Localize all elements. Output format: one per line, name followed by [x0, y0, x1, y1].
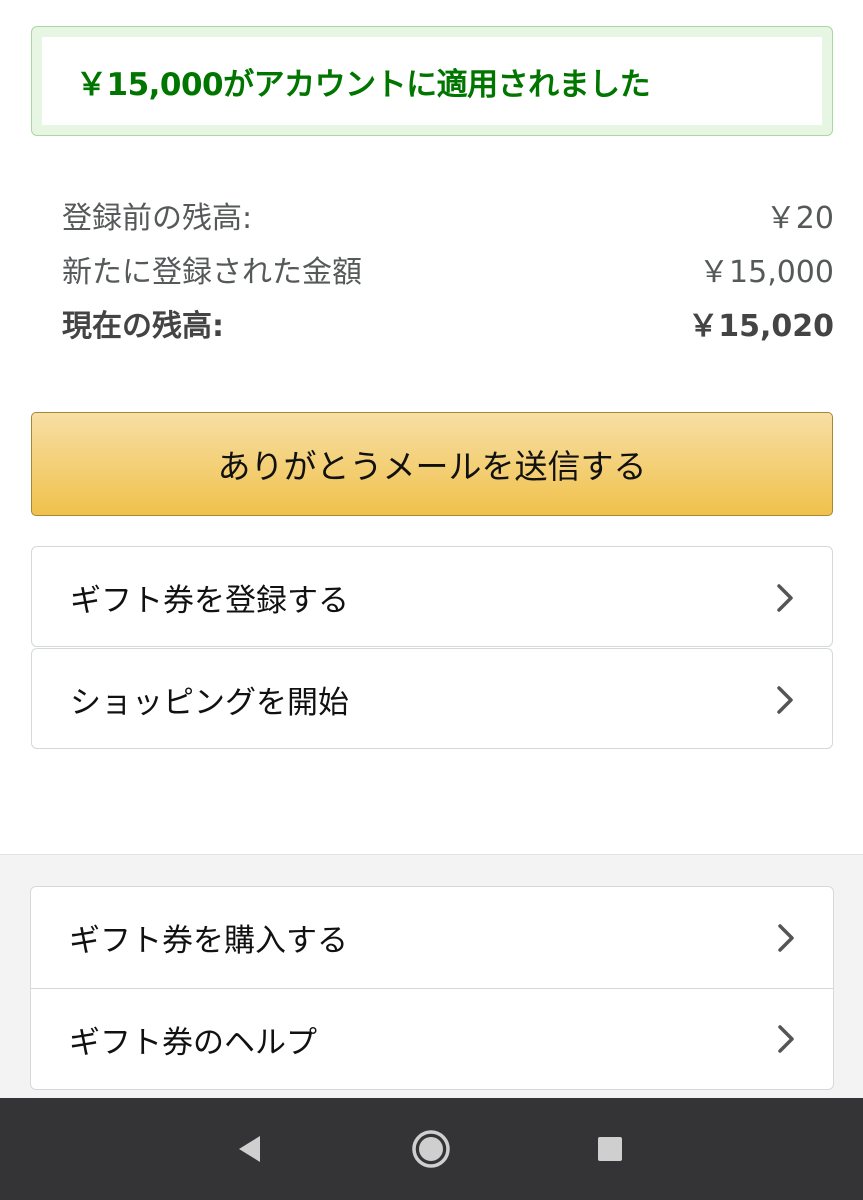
- send-thank-you-email-button[interactable]: ありがとうメールを送信する: [31, 412, 833, 516]
- list-item-label: ギフト券を登録する: [70, 583, 349, 619]
- gift-card-confirmation-page: ￥15,000がアカウントに適用されました 登録前の残高: ￥20 新たに登録さ…: [0, 0, 863, 1200]
- list-item[interactable]: ギフト券を登録する: [32, 547, 832, 648]
- menu-start-shopping[interactable]: ショッピングを開始: [31, 648, 833, 749]
- menu-gift-card-help[interactable]: ギフト券のヘルプ: [31, 988, 833, 1089]
- recents-icon[interactable]: [587, 1126, 633, 1172]
- balance-row-added: 新たに登録された金額 ￥15,000: [62, 242, 834, 296]
- home-icon[interactable]: [408, 1126, 454, 1172]
- balance-value: ￥15,000: [699, 255, 834, 290]
- system-navigation-bar: [0, 1098, 863, 1200]
- balance-summary: 登録前の残高: ￥20 新たに登録された金額 ￥15,000 現在の残高: ￥1…: [62, 188, 834, 350]
- balance-label: 登録前の残高:: [62, 201, 253, 236]
- success-message: ￥15,000がアカウントに適用されました: [76, 66, 651, 103]
- chevron-right-icon: [775, 923, 797, 953]
- balance-value: ￥20: [765, 201, 834, 236]
- back-icon[interactable]: [227, 1126, 273, 1172]
- success-banner: ￥15,000がアカウントに適用されました: [31, 26, 833, 136]
- list-item[interactable]: ショッピングを開始: [32, 649, 832, 750]
- balance-row-previous: 登録前の残高: ￥20: [62, 188, 834, 242]
- success-banner-body: ￥15,000がアカウントに適用されました: [42, 37, 822, 125]
- menu-buy-gift-card[interactable]: ギフト券を購入する: [31, 887, 833, 988]
- chevron-right-icon: [774, 685, 796, 715]
- list-item-label: ショッピングを開始: [70, 685, 349, 721]
- menu-register-gift-card[interactable]: ギフト券を登録する: [31, 546, 833, 647]
- chevron-right-icon: [774, 583, 796, 613]
- list-item-label: ギフト券のヘルプ: [69, 1024, 317, 1061]
- balance-label: 新たに登録された金額: [62, 255, 362, 290]
- chevron-right-icon: [775, 1024, 797, 1054]
- balance-value: ￥15,020: [688, 309, 834, 344]
- balance-label: 現在の残高:: [62, 309, 224, 344]
- footer-menu: ギフト券を購入する ギフト券のヘルプ: [30, 886, 834, 1090]
- balance-row-current: 現在の残高: ￥15,020: [62, 296, 834, 350]
- list-item-label: ギフト券を購入する: [69, 923, 348, 959]
